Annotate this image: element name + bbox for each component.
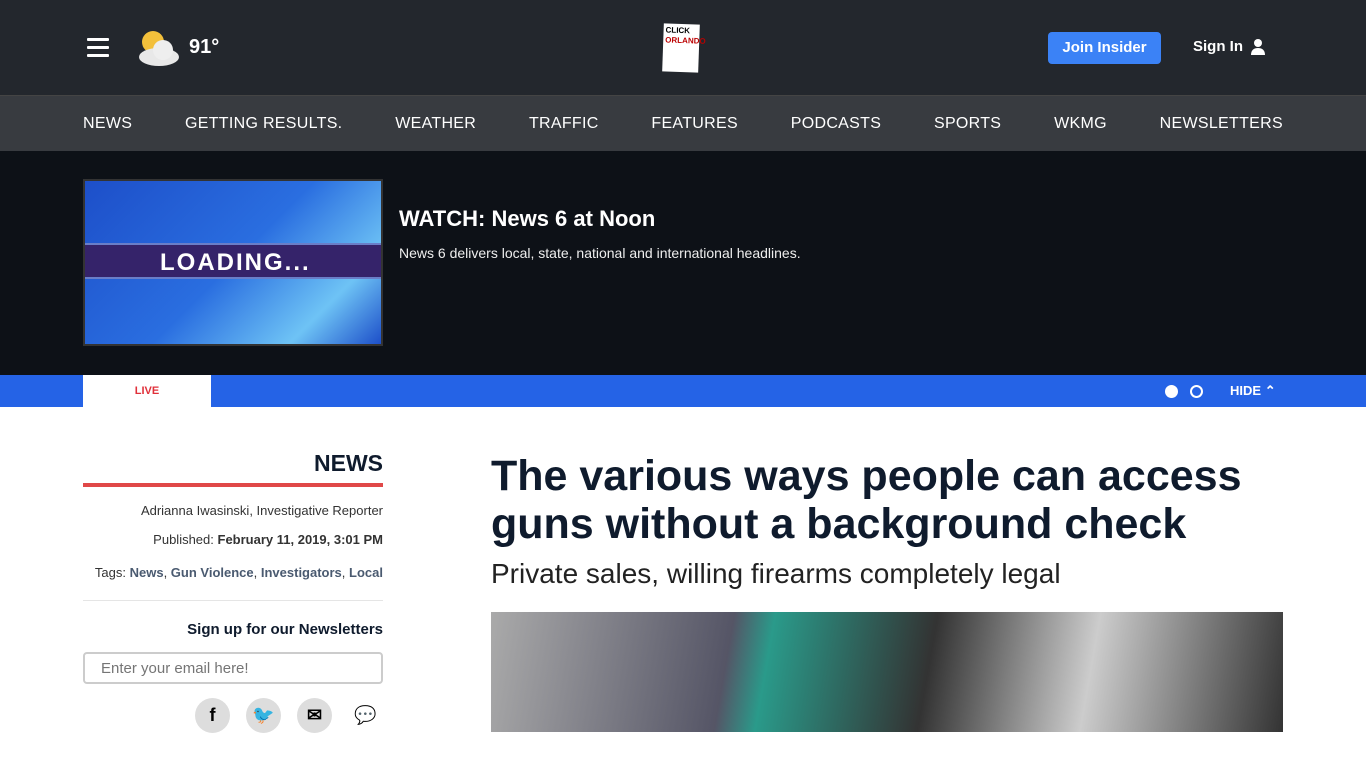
video-feature: LOADING... WATCH: News 6 at Noon News 6 …	[0, 151, 1366, 375]
section-label[interactable]: NEWS	[83, 450, 383, 487]
carousel-dot[interactable]	[1190, 385, 1203, 398]
partly-cloudy-icon	[139, 31, 179, 66]
live-tab[interactable]: LIVE	[83, 375, 211, 407]
video-description: News 6 delivers local, state, national a…	[399, 245, 801, 261]
hamburger-menu-icon[interactable]	[87, 38, 109, 58]
email-icon[interactable]: ✉	[297, 698, 332, 733]
nav-weather[interactable]: WEATHER	[395, 115, 476, 133]
published-date: Published: February 11, 2019, 3:01 PM	[153, 532, 383, 547]
carousel-dot-active[interactable]	[1165, 385, 1178, 398]
chevron-up-icon: ⌃	[1264, 383, 1276, 398]
nav-features[interactable]: FEATURES	[651, 115, 738, 133]
nav-sports[interactable]: SPORTS	[934, 115, 1001, 133]
site-logo[interactable]: CLICK ORLANDO	[662, 23, 706, 73]
share-buttons: f 🐦 ✉ 💬	[83, 698, 383, 733]
article-main: The various ways people can access guns …	[491, 452, 1283, 732]
comments-icon[interactable]: 💬	[348, 698, 383, 733]
live-bar: LIVE HIDE ⌃	[0, 375, 1366, 407]
temperature[interactable]: 91°	[189, 36, 219, 59]
nav-news[interactable]: NEWS	[83, 115, 132, 133]
tag-link[interactable]: Local	[349, 565, 383, 580]
nav-traffic[interactable]: TRAFFIC	[529, 115, 599, 133]
nav-getting-results[interactable]: GETTING RESULTS.	[185, 115, 342, 133]
tag-link[interactable]: Investigators	[261, 565, 342, 580]
nav-newsletters[interactable]: NEWSLETTERS	[1160, 115, 1283, 133]
article-image[interactable]	[491, 612, 1283, 732]
sign-in-label: Sign In	[1193, 38, 1243, 55]
tag-link[interactable]: News	[130, 565, 164, 580]
tag-link[interactable]: Gun Violence	[171, 565, 254, 580]
join-insider-button[interactable]: Join Insider	[1048, 32, 1161, 64]
video-thumbnail[interactable]: LOADING...	[83, 179, 383, 346]
article-sidebar: NEWS Adrianna Iwasinski, Investigative R…	[83, 450, 383, 733]
site-header: 91° CLICK ORLANDO Join Insider Sign In	[0, 0, 1366, 96]
nav-podcasts[interactable]: PODCASTS	[791, 115, 881, 133]
email-input[interactable]	[83, 652, 383, 684]
main-nav: NEWS GETTING RESULTS. WEATHER TRAFFIC FE…	[0, 96, 1366, 151]
sign-in-button[interactable]: Sign In	[1193, 38, 1265, 55]
user-icon	[1251, 38, 1265, 55]
divider	[83, 600, 383, 601]
article-subtitle: Private sales, willing firearms complete…	[491, 558, 1061, 589]
newsletter-title: Sign up for our Newsletters	[187, 621, 383, 638]
article-title: The various ways people can access guns …	[491, 452, 1242, 548]
tags: Tags: News, Gun Violence, Investigators,…	[94, 565, 383, 580]
author[interactable]: Adrianna Iwasinski, Investigative Report…	[83, 503, 383, 518]
loading-text: LOADING...	[85, 243, 381, 279]
facebook-icon[interactable]: f	[195, 698, 230, 733]
nav-wkmg[interactable]: WKMG	[1054, 115, 1107, 133]
twitter-icon[interactable]: 🐦	[246, 698, 281, 733]
video-title[interactable]: WATCH: News 6 at Noon	[399, 206, 655, 232]
hide-button[interactable]: HIDE ⌃	[1230, 383, 1276, 399]
